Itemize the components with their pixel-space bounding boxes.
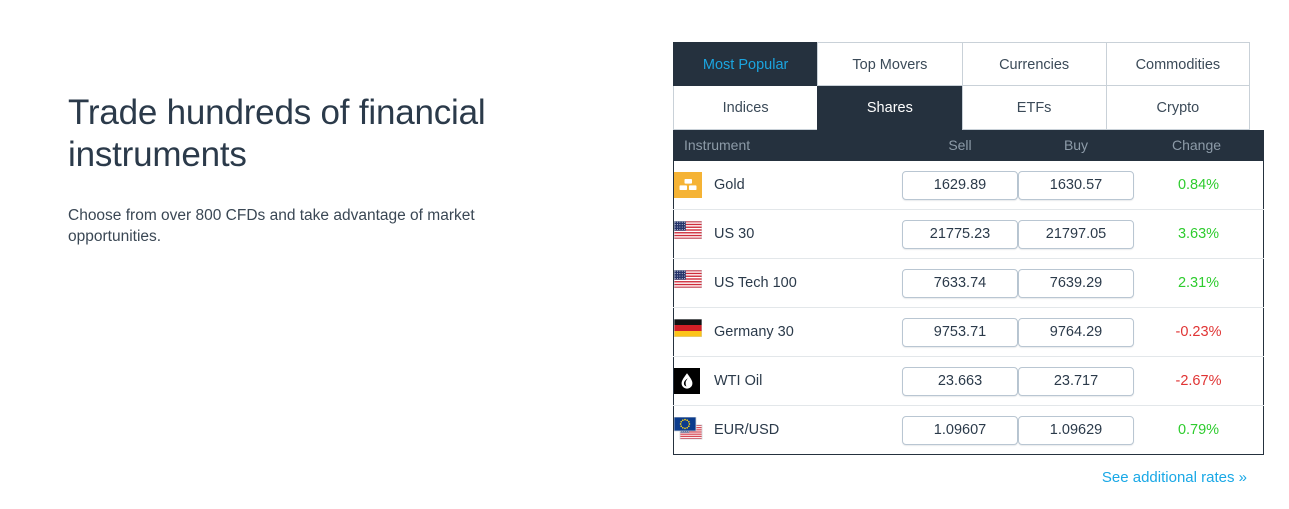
- table-header: Instrument Sell Buy Change: [673, 130, 1264, 161]
- promo-subtitle: Choose from over 800 CFDs and take advan…: [68, 207, 475, 245]
- sell-price-button[interactable]: 7633.74: [902, 268, 1018, 298]
- flag-germany-icon: [674, 319, 702, 345]
- tab-most-popular[interactable]: Most Popular: [673, 42, 818, 86]
- change-cell: 3.63%: [1177, 226, 1220, 242]
- sell-cell: 7633.74: [902, 259, 1018, 308]
- flag-us-icon: [674, 221, 702, 247]
- instrument-wrap: US Tech 100: [674, 270, 902, 296]
- tab-row-primary: Most Popular Top Movers Currencies Commodit…: [673, 42, 1250, 86]
- page-root: Trade hundreds of financial instruments …: [0, 0, 1289, 509]
- buy-price-button[interactable]: 9764.29: [1018, 317, 1134, 347]
- tab-label: Currencies: [999, 57, 1070, 73]
- tab-row-secondary: Indices Shares ETFs Crypto: [673, 86, 1250, 130]
- buy-cell: 23.717: [1018, 357, 1134, 406]
- sell-cell: 9753.71: [902, 308, 1018, 357]
- instrument-name: Gold: [714, 177, 745, 193]
- sell-price-button[interactable]: 1.09607: [902, 415, 1018, 445]
- instrument-wrap: US 30: [674, 221, 902, 247]
- instrument-cell: WTI Oil: [674, 357, 903, 406]
- instrument-wrap: EUR/USD: [674, 417, 902, 443]
- tab-label: Top Movers: [852, 57, 928, 73]
- column-header-sell: Sell: [902, 130, 1018, 161]
- tab-label: Commodities: [1135, 57, 1221, 73]
- instrument-name: WTI Oil: [714, 373, 763, 389]
- table-row[interactable]: US 30 21775.23 21797.05 3.63%: [673, 209, 1264, 259]
- tab-label: Crypto: [1156, 100, 1200, 116]
- tab-indices[interactable]: Indices: [673, 86, 818, 130]
- column-header-change: Change: [1134, 130, 1264, 161]
- change-cell: 0.79%: [1177, 422, 1220, 438]
- instrument-name: US 30: [714, 226, 755, 242]
- instrument-cell: EUR/USD: [674, 406, 903, 455]
- instrument-name: Germany 30: [714, 324, 794, 340]
- sell-price-button[interactable]: 21775.23: [902, 219, 1018, 249]
- buy-cell: 7639.29: [1018, 259, 1134, 308]
- instrument-wrap: Gold: [674, 172, 902, 198]
- page-title: Trade hundreds of financial instruments: [68, 93, 486, 174]
- instrument-wrap: WTI Oil: [674, 368, 902, 394]
- instrument-cell: US Tech 100: [674, 259, 903, 308]
- see-additional-rates-link[interactable]: See additional rates »: [1102, 469, 1247, 486]
- change-cell: -2.67%: [1175, 373, 1222, 389]
- change-cell: 2.31%: [1177, 275, 1220, 291]
- sell-price-button[interactable]: 9753.71: [902, 317, 1018, 347]
- table-row[interactable]: EUR/USD 1.09607 1.09629 0.79%: [673, 405, 1264, 455]
- sell-cell: 23.663: [902, 357, 1018, 406]
- column-header-instrument: Instrument: [673, 130, 902, 161]
- flag-eur-usd-icon: [674, 417, 703, 443]
- buy-price-button[interactable]: 23.717: [1018, 366, 1134, 396]
- category-tabs: Most Popular Top Movers Currencies Commodit…: [673, 42, 1250, 130]
- buy-price-button[interactable]: 1630.57: [1018, 170, 1134, 200]
- sell-price-button[interactable]: 23.663: [902, 366, 1018, 396]
- tab-label: Shares: [866, 100, 913, 116]
- buy-cell: 21797.05: [1018, 210, 1134, 259]
- instrument-cell: Germany 30: [674, 308, 903, 357]
- change-cell: 0.84%: [1177, 177, 1220, 193]
- table-row[interactable]: Germany 30 9753.71 9764.29 -0.23%: [673, 307, 1264, 357]
- instrument-wrap: Germany 30: [674, 319, 902, 345]
- sell-cell: 1629.89: [902, 161, 1018, 210]
- flag-us-icon: [674, 270, 702, 296]
- buy-cell: 9764.29: [1018, 308, 1134, 357]
- buy-cell: 1630.57: [1018, 161, 1134, 210]
- quotes-widget: Most Popular Top Movers Currencies Commodit…: [673, 42, 1264, 487]
- tab-top-movers[interactable]: Top Movers: [817, 42, 962, 86]
- buy-price-button[interactable]: 1.09629: [1018, 415, 1134, 445]
- see-more-row: See additional rates »: [673, 469, 1250, 487]
- sell-cell: 21775.23: [902, 210, 1018, 259]
- table-row[interactable]: US Tech 100 7633.74 7639.29 2.31%: [673, 258, 1264, 308]
- instrument-name: US Tech 100: [714, 275, 797, 291]
- column-header-buy: Buy: [1018, 130, 1134, 161]
- oil-droplet-icon: [674, 368, 702, 394]
- tab-commodities[interactable]: Commodities: [1105, 42, 1250, 86]
- tab-label: Most Popular: [702, 57, 789, 73]
- tab-shares[interactable]: Shares: [817, 86, 962, 130]
- table-body: Gold 1629.89 1630.57 0.84% US 30 21775.23 2179…: [673, 161, 1264, 455]
- table-header-row: Instrument Sell Buy Change: [673, 130, 1264, 161]
- tab-etfs[interactable]: ETFs: [961, 86, 1106, 130]
- sell-price-button[interactable]: 1629.89: [902, 170, 1018, 200]
- tab-label: Indices: [722, 100, 769, 116]
- instrument-cell: US 30: [674, 210, 903, 259]
- buy-price-button[interactable]: 7639.29: [1018, 268, 1134, 298]
- instrument-cell: Gold: [674, 161, 903, 210]
- buy-cell: 1.09629: [1018, 406, 1134, 455]
- promo-block: Trade hundreds of financial instruments …: [68, 92, 588, 247]
- tab-crypto[interactable]: Crypto: [1105, 86, 1250, 130]
- gold-bars-icon: [674, 172, 702, 198]
- table-row[interactable]: Gold 1629.89 1630.57 0.84%: [673, 161, 1264, 210]
- buy-price-button[interactable]: 21797.05: [1018, 219, 1134, 249]
- quotes-table: Instrument Sell Buy Change Gold 1629.89 16…: [673, 130, 1264, 455]
- table-row[interactable]: WTI Oil 23.663 23.717 -2.67%: [673, 356, 1264, 406]
- instrument-name: EUR/USD: [714, 422, 780, 438]
- change-cell: -0.23%: [1175, 324, 1222, 340]
- sell-cell: 1.09607: [902, 406, 1018, 455]
- tab-label: ETFs: [1016, 100, 1052, 116]
- tab-currencies[interactable]: Currencies: [961, 42, 1106, 86]
